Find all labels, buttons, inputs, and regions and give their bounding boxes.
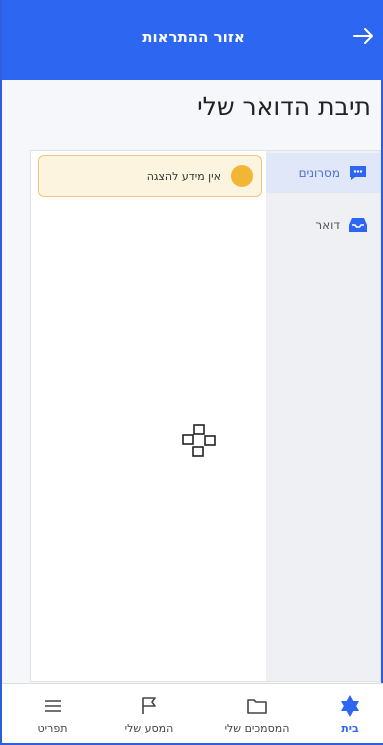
tab-label: המסע שלי [124, 721, 174, 735]
tab-label: המסמכים שלי [224, 721, 290, 735]
tab-label: תפריט [37, 721, 68, 735]
back-arrow-icon[interactable] [349, 22, 377, 50]
tab-my-journey[interactable]: המסע שלי [99, 684, 199, 744]
chat-icon [348, 163, 368, 183]
info-dot-icon [231, 165, 253, 187]
mailbox-panel: מסרונים דואר אין מידע להצגה [30, 150, 381, 682]
empty-notice: אין מידע להצגה [38, 155, 262, 197]
inbox-icon [348, 215, 368, 235]
flag-icon [136, 694, 162, 718]
tab-label: בית [341, 721, 359, 735]
sidebar-item-label: מסרונים [298, 166, 340, 180]
header-title: אזור ההתראות [142, 28, 245, 46]
app-frame: אזור ההתראות תיבת הדואר שלי מסרונים דואר [0, 0, 383, 745]
tab-home[interactable]: בית [315, 684, 383, 744]
app-header: אזור ההתראות [2, 0, 383, 80]
sidebar-item-mail[interactable]: דואר [266, 205, 380, 245]
page-title: תיבת הדואר שלי [197, 92, 371, 121]
star-of-david-icon [337, 694, 363, 718]
mailbox-sidebar: מסרונים דואר [266, 151, 380, 681]
tab-menu[interactable]: תפריט [6, 684, 99, 744]
hamburger-menu-icon [40, 694, 66, 718]
bottom-tabbar: בית המסמכים שלי המסע שלי תפריט [2, 683, 383, 743]
tab-my-documents[interactable]: המסמכים שלי [199, 684, 315, 744]
notice-text: אין מידע להצגה [146, 169, 221, 183]
messages-content: אין מידע להצגה [31, 151, 267, 681]
loading-spinner-icon [179, 423, 219, 463]
sidebar-item-messages[interactable]: מסרונים [266, 153, 380, 193]
folder-icon [244, 694, 270, 718]
sidebar-item-label: דואר [315, 218, 340, 232]
